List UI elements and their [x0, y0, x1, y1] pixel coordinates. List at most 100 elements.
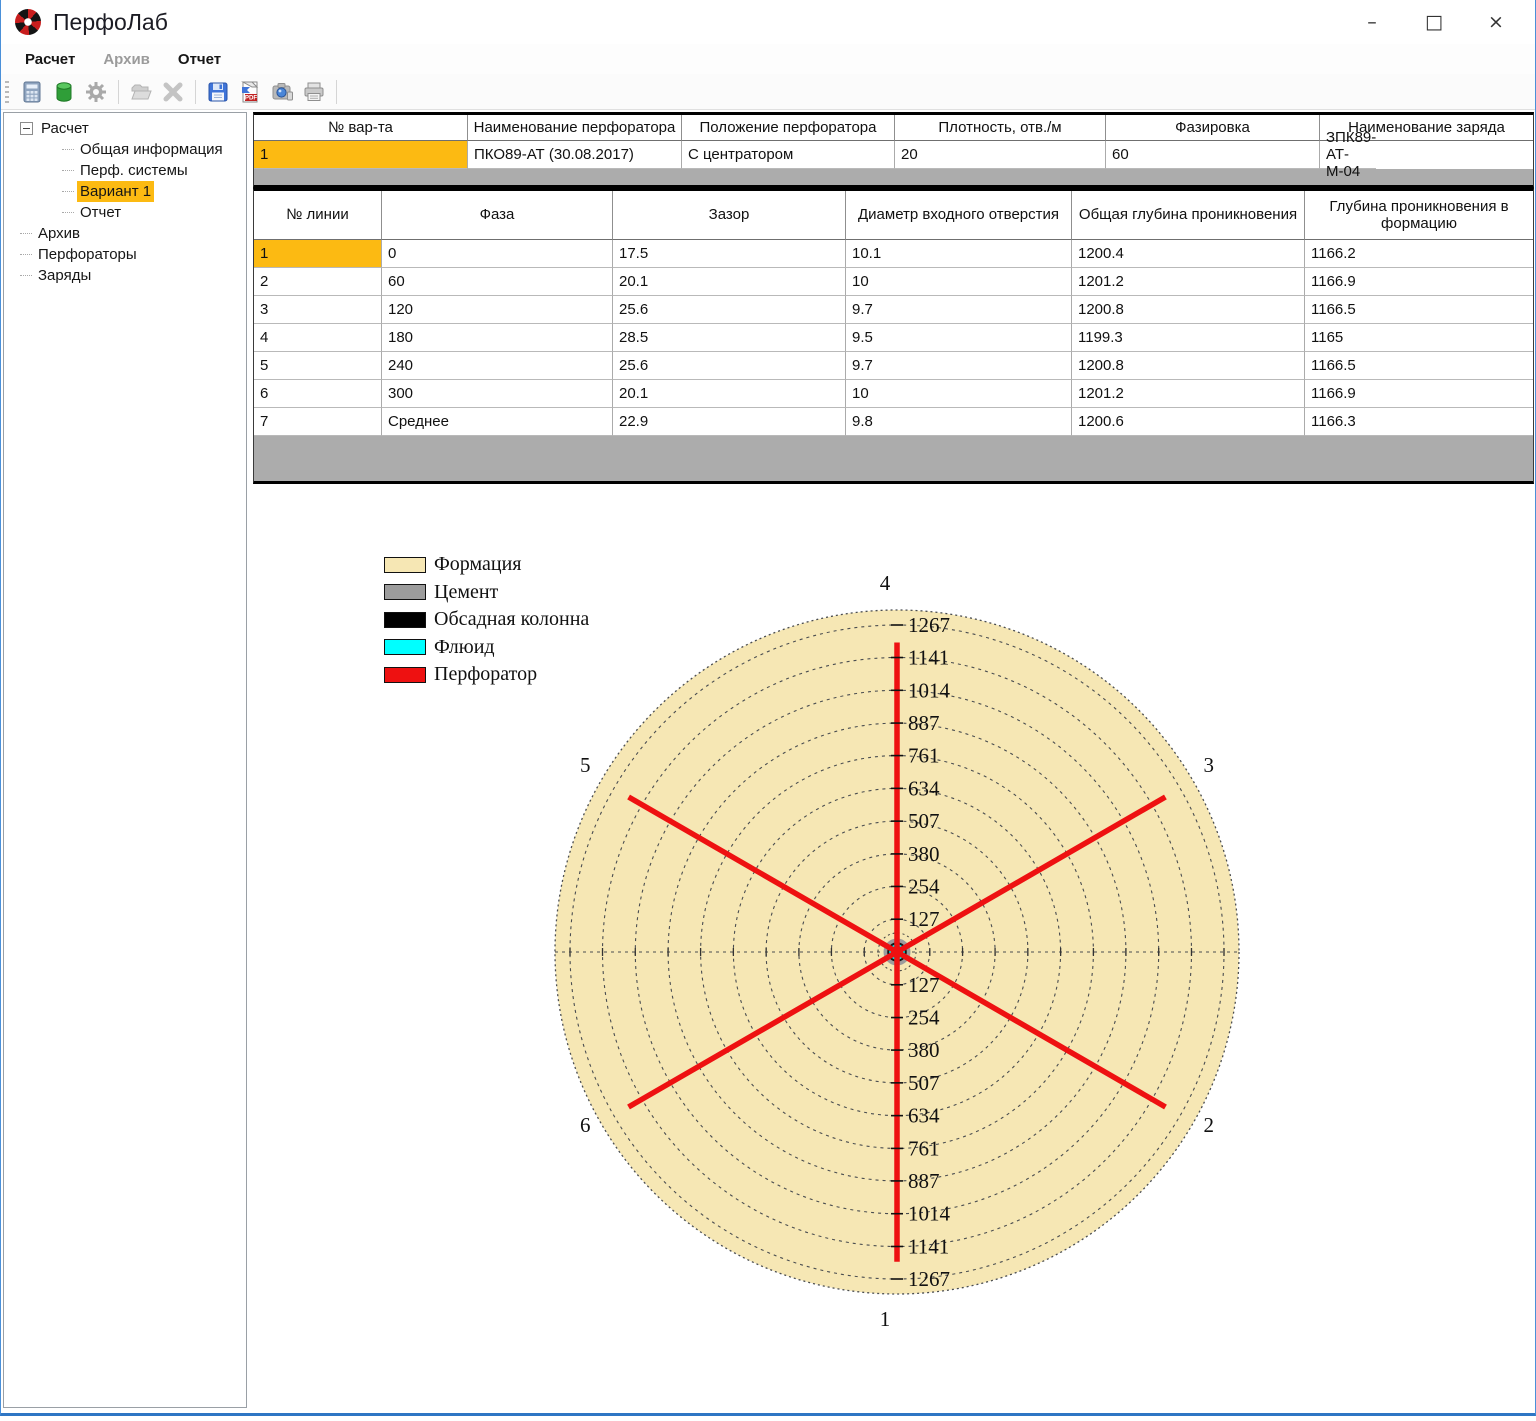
axis-tick-label: 380	[908, 842, 940, 866]
column-header[interactable]: Зазор	[613, 191, 846, 240]
tree-item[interactable]: Архив	[4, 223, 246, 244]
table-cell[interactable]: 7	[254, 408, 382, 436]
column-header[interactable]: Фаза	[382, 191, 613, 240]
table-cell[interactable]: 60	[382, 268, 613, 296]
table-cell[interactable]: 240	[382, 352, 613, 380]
table-cell[interactable]: 1166.9	[1305, 268, 1533, 296]
table-cell[interactable]: 1199.3	[1072, 324, 1305, 352]
table-cell[interactable]: 25.6	[613, 296, 846, 324]
lines-table-body: 1017.510.11200.41166.226020.1101201.2116…	[254, 240, 1533, 436]
lines-table: № линииФазаЗазорДиаметр входного отверст…	[253, 188, 1534, 484]
table-cell[interactable]: 6	[254, 380, 382, 408]
table-cell[interactable]: 1	[254, 141, 468, 169]
print-icon[interactable]	[299, 78, 329, 106]
navigation-tree: РасчетОбщая информацияПерф. системыВариа…	[4, 113, 246, 286]
table-cell[interactable]: 9.5	[846, 324, 1072, 352]
column-header[interactable]: Наименование перфоратора	[468, 115, 682, 141]
table-cell[interactable]: 1165	[1305, 324, 1533, 352]
table-cell[interactable]: 1200.8	[1072, 296, 1305, 324]
table-cell[interactable]: 10	[846, 380, 1072, 408]
column-header[interactable]: Диаметр входного отверстия	[846, 191, 1072, 240]
table-cell[interactable]: 5	[254, 352, 382, 380]
table-cell[interactable]: 300	[382, 380, 613, 408]
table-cell[interactable]: 4	[254, 324, 382, 352]
database-icon[interactable]	[49, 78, 79, 106]
tree-connector	[20, 275, 32, 277]
column-header[interactable]: Фазировка	[1106, 115, 1320, 141]
column-header[interactable]: Положение перфоратора	[682, 115, 895, 141]
column-header[interactable]: № вар-та	[254, 115, 468, 141]
tree-item[interactable]: Отчет	[4, 202, 246, 223]
minimize-button[interactable]: –	[1341, 0, 1403, 44]
export-pdf-icon[interactable]: PDF	[235, 78, 265, 106]
table-cell[interactable]: 10	[846, 268, 1072, 296]
tree-item[interactable]: Расчет	[4, 118, 246, 139]
tree-connector	[20, 254, 32, 256]
table-cell[interactable]: ЗПК89-АТ-М-04	[1320, 141, 1376, 169]
table-row: 312025.69.71200.81166.5	[254, 296, 1533, 324]
toolbar-separator	[336, 80, 337, 104]
table-cell[interactable]: 1200.6	[1072, 408, 1305, 436]
table-cell[interactable]: 180	[382, 324, 613, 352]
axis-tick-label: 254	[908, 874, 940, 898]
tree-item[interactable]: Заряды	[4, 265, 246, 286]
table-cell[interactable]: 1201.2	[1072, 268, 1305, 296]
table-cell[interactable]: 17.5	[613, 240, 846, 268]
axis-tick-label: 1267	[908, 1267, 950, 1291]
table-cell[interactable]: 0	[382, 240, 613, 268]
table-cell[interactable]: 28.5	[613, 324, 846, 352]
table-cell[interactable]: 20.1	[613, 380, 846, 408]
table-cell[interactable]: 1166.3	[1305, 408, 1533, 436]
table-cell[interactable]: 10.1	[846, 240, 1072, 268]
toolbar-grip[interactable]	[5, 81, 9, 103]
table-cell[interactable]: 60	[1106, 141, 1320, 169]
menu-item-отчет[interactable]: Отчет	[164, 51, 235, 68]
tree-connector	[62, 149, 74, 151]
tree-item[interactable]: Перфораторы	[4, 244, 246, 265]
tree-connector	[62, 212, 74, 214]
tree-item[interactable]: Вариант 1	[4, 181, 246, 202]
table-cell[interactable]: 1201.2	[1072, 380, 1305, 408]
table-row: 630020.1101201.21166.9	[254, 380, 1533, 408]
table-cell[interactable]: 1166.2	[1305, 240, 1533, 268]
table-cell[interactable]: 1200.8	[1072, 352, 1305, 380]
table-cell[interactable]: Среднее	[382, 408, 613, 436]
column-header[interactable]: № линии	[254, 191, 382, 240]
table-cell[interactable]: 9.7	[846, 352, 1072, 380]
table-cell[interactable]: 20	[895, 141, 1106, 169]
table-cell[interactable]: 2	[254, 268, 382, 296]
table-cell[interactable]: 1166.9	[1305, 380, 1533, 408]
settings-gear-icon[interactable]	[81, 78, 111, 106]
toolbar: PDF	[1, 74, 1535, 110]
column-header[interactable]: Общая глубина проникновения	[1072, 191, 1305, 240]
table-cell[interactable]: 1166.5	[1305, 352, 1533, 380]
tree-item[interactable]: Перф. системы	[4, 160, 246, 181]
preview-icon[interactable]	[267, 78, 297, 106]
axis-tick-label: 634	[908, 1104, 940, 1128]
table-cell[interactable]: 9.7	[846, 296, 1072, 324]
table-cell[interactable]: 20.1	[613, 268, 846, 296]
title-bar: ПерфоЛаб – □ ×	[1, 0, 1535, 44]
table-cell[interactable]: С центратором	[682, 141, 895, 169]
table-cell[interactable]: 1166.5	[1305, 296, 1533, 324]
chart-area: 1271272542543803805075076346347617618878…	[251, 560, 1536, 1416]
collapse-icon[interactable]	[20, 122, 33, 135]
table-cell[interactable]: 3	[254, 296, 382, 324]
axis-tick-label: 887	[908, 1169, 940, 1193]
table-cell[interactable]: 120	[382, 296, 613, 324]
maximize-button[interactable]: □	[1403, 0, 1465, 44]
column-header[interactable]: Плотность, отв./м	[895, 115, 1106, 141]
table-cell[interactable]: 25.6	[613, 352, 846, 380]
table-cell[interactable]: 1200.4	[1072, 240, 1305, 268]
table-cell[interactable]: ПКО89-АТ (30.08.2017)	[468, 141, 682, 169]
table-cell[interactable]: 1	[254, 240, 382, 268]
menu-item-расчет[interactable]: Расчет	[11, 51, 89, 68]
save-icon[interactable]	[203, 78, 233, 106]
column-header[interactable]: Глубина проникновения в формацию	[1305, 191, 1533, 240]
axis-tick-label: 1141	[908, 646, 949, 670]
table-cell[interactable]: 9.8	[846, 408, 1072, 436]
close-button[interactable]: ×	[1465, 0, 1527, 44]
table-cell[interactable]: 22.9	[613, 408, 846, 436]
calculator-icon[interactable]	[17, 78, 47, 106]
tree-item[interactable]: Общая информация	[4, 139, 246, 160]
